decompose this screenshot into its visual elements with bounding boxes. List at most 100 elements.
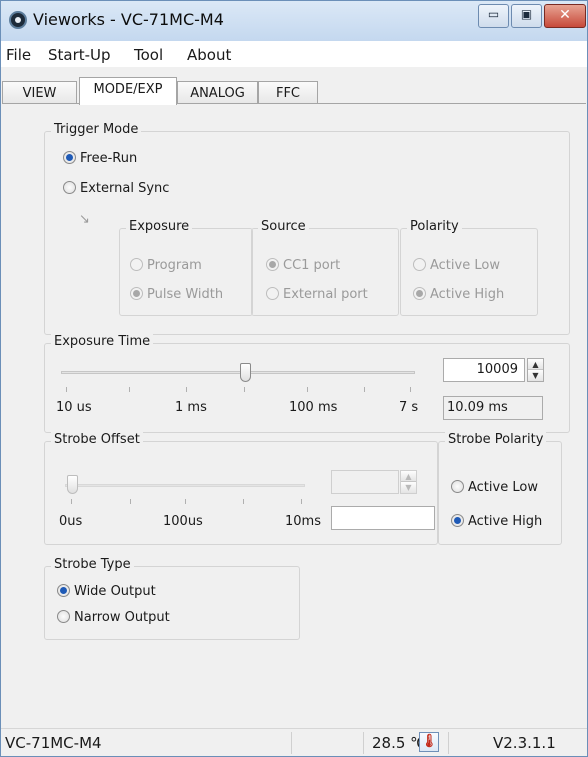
strobe-offset-tick-label: 0us xyxy=(59,514,83,529)
exposure-spinner[interactable]: ▲ ▼ xyxy=(527,358,544,382)
spin-up-icon[interactable]: ▲ xyxy=(401,471,416,482)
wide-output-radio-dot[interactable] xyxy=(57,584,70,597)
tab-ffc[interactable]: FFC xyxy=(258,81,318,105)
status-divider xyxy=(363,732,364,754)
source-label: Source xyxy=(258,219,309,234)
menu-bar: File Start-Up Tool About xyxy=(1,41,587,67)
status-divider xyxy=(291,732,292,754)
app-logo-icon[interactable] xyxy=(9,11,27,29)
exposure-readout: 10.09 ms xyxy=(443,396,543,420)
spin-down-icon[interactable]: ▼ xyxy=(528,370,543,381)
close-icon: ✕ xyxy=(559,7,571,23)
minimize-button[interactable]: ▭ xyxy=(478,4,509,28)
strobe-offset-slider-tick xyxy=(243,499,244,504)
menu-file[interactable]: File xyxy=(6,46,31,64)
program-radio-dot[interactable] xyxy=(130,258,143,271)
strobe-offset-slider-tick xyxy=(185,499,186,504)
strobe-offset-group: Strobe Offset 0us 100us 10ms ▲ ▼ xyxy=(44,432,438,545)
tab-analog[interactable]: ANALOG xyxy=(177,81,258,105)
trigger-active-high-label: Active High xyxy=(430,287,505,302)
exposure-slider-tick xyxy=(307,387,308,392)
exposure-slider-thumb[interactable] xyxy=(240,363,252,382)
external-port-label: External port xyxy=(283,287,368,302)
external-port-radio-dot[interactable] xyxy=(266,287,279,300)
cc1-port-radio[interactable]: CC1 port xyxy=(266,258,340,273)
exposure-tick-label: 10 us xyxy=(56,400,92,415)
strobe-active-high-radio[interactable]: Active High xyxy=(451,514,542,529)
close-button[interactable]: ✕ xyxy=(544,4,586,28)
exposure-slider-tick xyxy=(186,387,187,392)
trigger-active-high-radio-dot[interactable] xyxy=(413,287,426,300)
exposure-label: Exposure xyxy=(126,219,193,234)
strobe-type-group: Strobe Type Wide Output Narrow Output xyxy=(44,557,300,640)
strobe-active-high-radio-dot[interactable] xyxy=(451,514,464,527)
trigger-active-low-radio-dot[interactable] xyxy=(413,258,426,271)
strobe-offset-slider-track[interactable] xyxy=(65,484,305,487)
strobe-offset-label: Strobe Offset xyxy=(51,432,143,447)
strobe-active-low-radio[interactable]: Active Low xyxy=(451,480,538,495)
exposure-tick-label: 100 ms xyxy=(289,400,338,415)
exposure-tick-label: 1 ms xyxy=(175,400,207,415)
spin-down-icon[interactable]: ▼ xyxy=(401,482,416,493)
sub-options-arrow-icon: ↘ xyxy=(79,212,90,227)
narrow-output-radio[interactable]: Narrow Output xyxy=(57,610,170,625)
strobe-polarity-group: Strobe Polarity Active Low Active High xyxy=(438,432,562,545)
app-window: Vieworks - VC-71MC-M4 ▭ ▣ ✕ File Start-U… xyxy=(0,0,588,757)
strobe-offset-value-input[interactable] xyxy=(331,470,399,494)
thermometer-icon[interactable]: 🌡 xyxy=(419,732,439,752)
status-bar: VC-71MC-M4 28.5 ℃ 🌡 V2.3.1.1 xyxy=(1,728,587,756)
status-model: VC-71MC-M4 xyxy=(5,734,102,752)
menu-tool[interactable]: Tool xyxy=(134,46,163,64)
external-sync-radio-dot[interactable] xyxy=(63,181,76,194)
exposure-value-input[interactable]: 10009 xyxy=(443,358,525,382)
trigger-mode-label: Trigger Mode xyxy=(51,122,142,137)
window-title: Vieworks - VC-71MC-M4 xyxy=(33,10,224,29)
polarity-subgroup: Polarity Active Low Active High xyxy=(400,219,538,316)
strobe-offset-slider-tick xyxy=(71,499,72,504)
free-run-radio-dot[interactable] xyxy=(63,151,76,164)
external-sync-radio[interactable]: External Sync xyxy=(63,181,169,196)
cc1-port-radio-dot[interactable] xyxy=(266,258,279,271)
wide-output-label: Wide Output xyxy=(74,584,156,599)
strobe-offset-slider-thumb[interactable] xyxy=(67,475,78,494)
exposure-time-group: Exposure Time 10 us 1 ms 100 ms 7 s 1000… xyxy=(44,334,570,433)
title-bar[interactable]: Vieworks - VC-71MC-M4 ▭ ▣ ✕ xyxy=(1,1,587,41)
strobe-offset-slider-tick xyxy=(301,499,302,504)
tab-view[interactable]: VIEW xyxy=(2,81,77,105)
program-radio[interactable]: Program xyxy=(130,258,202,273)
wide-output-radio[interactable]: Wide Output xyxy=(57,584,156,599)
source-subgroup: Source CC1 port External port xyxy=(251,219,399,316)
exposure-slider-tick xyxy=(129,387,130,392)
trigger-active-low-label: Active Low xyxy=(430,258,500,273)
pulse-width-label: Pulse Width xyxy=(147,287,224,302)
trigger-active-low-radio[interactable]: Active Low xyxy=(413,258,500,273)
narrow-output-label: Narrow Output xyxy=(74,610,170,625)
free-run-label: Free-Run xyxy=(80,151,138,166)
external-port-radio[interactable]: External port xyxy=(266,287,368,302)
strobe-polarity-label: Strobe Polarity xyxy=(445,432,547,447)
external-sync-label: External Sync xyxy=(80,181,170,196)
strobe-offset-tick-label: 100us xyxy=(163,514,203,529)
exposure-time-label: Exposure Time xyxy=(51,334,154,349)
strobe-offset-spinner[interactable]: ▲ ▼ xyxy=(400,470,417,494)
strobe-active-high-label: Active High xyxy=(468,514,543,529)
exposure-slider-tick xyxy=(410,387,411,392)
mode-exp-panel: Trigger Mode Free-Run External Sync ↘ Ex… xyxy=(2,103,586,715)
menu-about[interactable]: About xyxy=(187,46,231,64)
free-run-radio[interactable]: Free-Run xyxy=(63,151,137,166)
menu-start-up[interactable]: Start-Up xyxy=(48,46,111,64)
strobe-active-low-radio-dot[interactable] xyxy=(451,480,464,493)
polarity-label: Polarity xyxy=(407,219,462,234)
exposure-slider-tick xyxy=(364,387,365,392)
spin-up-icon[interactable]: ▲ xyxy=(528,359,543,370)
pulse-width-radio-dot[interactable] xyxy=(130,287,143,300)
pulse-width-radio[interactable]: Pulse Width xyxy=(130,287,223,302)
trigger-active-high-radio[interactable]: Active High xyxy=(413,287,504,302)
minimize-icon: ▭ xyxy=(487,7,500,21)
strobe-offset-tick-label: 10ms xyxy=(285,514,321,529)
maximize-button[interactable]: ▣ xyxy=(511,4,542,28)
narrow-output-radio-dot[interactable] xyxy=(57,610,70,623)
trigger-mode-group: Trigger Mode Free-Run External Sync ↘ Ex… xyxy=(44,122,570,335)
tab-mode-exp[interactable]: MODE/EXP xyxy=(79,77,177,105)
exposure-slider-track[interactable] xyxy=(61,371,415,374)
